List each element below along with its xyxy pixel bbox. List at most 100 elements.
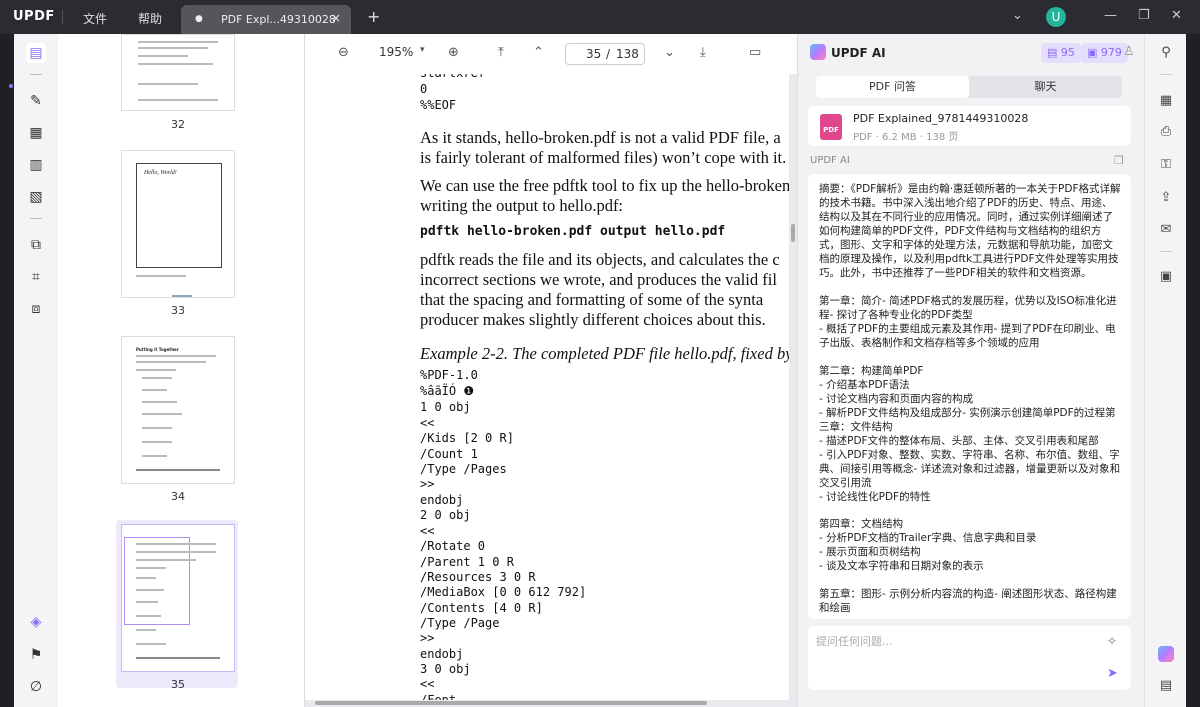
document-text-line: producer makes slightly different choice… [420, 310, 766, 329]
thumbnail-heading: Putting it Together [136, 347, 179, 352]
tab-title: PDF Expl...49310028 [221, 13, 336, 26]
tab-pdf-qa[interactable]: PDF 问答 [816, 76, 969, 98]
presentation-icon[interactable]: ▭ [749, 45, 761, 60]
prev-page-icon[interactable]: ⌃ [533, 45, 544, 60]
document-text-line: /MediaBox [0 0 612 792] [420, 585, 587, 599]
document-text-line: >> [420, 477, 435, 491]
document-text-line: >> [420, 631, 435, 645]
document-text-line: << [420, 524, 435, 538]
layers-icon[interactable]: ◈ [26, 612, 46, 632]
form-icon[interactable]: ▥ [26, 155, 46, 175]
convert-icon[interactable]: ▧ [26, 187, 46, 207]
document-text-line: Example 2-2. The completed PDF file hell… [420, 344, 789, 363]
question-input[interactable] [816, 632, 1096, 650]
menu-file[interactable]: 文件 [83, 10, 107, 27]
thumbnail-page-current[interactable] [121, 524, 235, 672]
protect-icon[interactable]: ⧈ [26, 299, 46, 319]
lightbulb-icon[interactable]: ✧ [1107, 634, 1117, 648]
tab-dot-icon: ● [195, 14, 203, 24]
document-text-line: 3 0 obj [420, 662, 471, 676]
minimize-button[interactable]: — [1104, 8, 1117, 23]
first-page-icon[interactable]: ⤒ [498, 45, 504, 60]
thumbnail-page-number: 32 [171, 118, 185, 131]
updf-ai-icon[interactable] [1156, 644, 1176, 664]
document-text-line: 2 0 obj [420, 508, 471, 522]
right-toolbar: ⚲ ▦ ⎙ ⚿ ⇪ ✉ ▣ ▤ [1144, 34, 1186, 707]
crop-icon[interactable]: ⌗ [26, 267, 46, 287]
pdf-file-icon: PDF [820, 114, 842, 140]
thumbnail-heading: Hello, World! [144, 170, 177, 176]
clear-icon[interactable]: ♙ [1123, 44, 1135, 59]
file-name: PDF Explained_9781449310028 [853, 112, 1029, 125]
protect-pdf-icon[interactable]: ⚿ [1156, 155, 1176, 175]
edge-indicator [9, 84, 13, 88]
document-page: startxref 0 %%EOF As it stands, hello-broke… [305, 74, 789, 700]
chevron-down-icon[interactable]: ⌄ [1012, 8, 1023, 23]
thumbnail-page[interactable]: Putting it Together [121, 336, 235, 484]
attachment-icon[interactable]: ∅ [26, 677, 46, 697]
email-icon[interactable]: ✉ [1156, 220, 1176, 240]
document-text-line: 0 [420, 82, 428, 96]
thumbnail-page-number: 34 [171, 490, 185, 503]
zoom-dropdown-icon[interactable]: ▾ [420, 45, 425, 55]
document-text-line: writing the output to hello.pdf: [420, 196, 624, 215]
current-page[interactable]: 35 [586, 47, 601, 61]
reader-mode-icon[interactable]: ▤ [26, 43, 46, 63]
convert-pdf-icon[interactable]: ⎙ [1156, 122, 1176, 142]
horizontal-scrollbar[interactable] [315, 701, 707, 705]
restore-button[interactable]: ❐ [1138, 8, 1150, 23]
document-text-line: /Rotate 0 [420, 539, 486, 553]
ocr-icon[interactable]: ▦ [1156, 91, 1176, 111]
message-count: 979 [1100, 46, 1122, 59]
document-text-line: /Resources 3 0 R [420, 570, 536, 584]
tab-chat[interactable]: 聊天 [969, 76, 1122, 98]
share-icon[interactable]: ⇪ [1156, 188, 1176, 208]
question-input-box: ✧ ➤ [808, 626, 1131, 690]
avatar[interactable]: U [1046, 7, 1066, 27]
tab-close-icon[interactable]: × [331, 11, 341, 25]
search-icon[interactable]: ⚲ [1156, 43, 1176, 63]
file-card[interactable]: PDF PDF Explained_9781449310028 PDF · 6.… [808, 106, 1131, 146]
document-text-line: endobj [420, 647, 464, 661]
close-window-button[interactable]: ✕ [1171, 8, 1182, 23]
organize-icon[interactable]: ⧉ [26, 235, 46, 255]
credit-badge[interactable]: ▤ 95 [1041, 43, 1081, 63]
save-icon[interactable]: ▣ [1156, 267, 1176, 287]
zoom-out-icon[interactable]: ⊖ [338, 45, 349, 60]
new-tab-button[interactable]: + [367, 7, 380, 26]
comment-icon[interactable]: ✎ [26, 91, 46, 111]
menu-help[interactable]: 帮助 [138, 10, 162, 27]
vertical-scrollbar[interactable] [791, 224, 795, 242]
zoom-in-icon[interactable]: ⊕ [448, 45, 459, 60]
document-text-line: 1 0 obj [420, 400, 471, 414]
document-text-line: << [420, 416, 435, 430]
page-number-field[interactable]: 35 / 138 [565, 43, 645, 65]
thumbnail-page[interactable]: Hello, World! [121, 150, 235, 298]
thumbnail-page[interactable] [121, 34, 235, 111]
chat-icon[interactable]: ▤ [1156, 676, 1176, 696]
zoom-level[interactable]: 195% [379, 45, 413, 59]
document-text-line: incorrect sections we wrote, and produce… [420, 270, 777, 289]
title-bar: UPDF 文件 帮助 ● PDF Expl...49310028 × + ⌄ U… [0, 0, 1200, 34]
divider [1160, 251, 1172, 252]
document-tab[interactable]: ● PDF Expl...49310028 × [181, 5, 351, 34]
document-text-line: %PDF-1.0 [420, 368, 478, 382]
divider [1160, 74, 1172, 75]
next-page-icon[interactable]: ⌄ [664, 45, 675, 60]
left-toolbar: ▤ ✎ ▦ ▥ ▧ ⧉ ⌗ ⧈ ◈ ⚑ ∅ [14, 34, 58, 707]
last-page-icon[interactable]: ⤓ [700, 45, 706, 60]
response-paragraph: 摘要：《PDF解析》是由约翰·惠廷顿所著的一本关于PDF格式详解的技术书籍。书中… [819, 183, 1121, 279]
document-text-line: endobj [420, 493, 464, 507]
send-icon[interactable]: ➤ [1107, 666, 1118, 681]
copy-icon[interactable]: ❐ [1114, 154, 1124, 167]
message-badge[interactable]: ▣ 979 [1081, 43, 1128, 63]
response-paragraph: 第二章：构建简单PDF - 介绍基本PDF语法 - 讨论文档内容和页面内容的构成… [819, 365, 1121, 503]
document-text-line: %âãÏÓ ❶ [420, 384, 475, 398]
document-text-line: We can use the free pdftk tool to fix up… [420, 176, 789, 195]
document-text-line: startxref [420, 74, 485, 80]
document-text-line: /Kids [2 0 R] [420, 431, 514, 445]
bookmark-icon[interactable]: ⚑ [26, 645, 46, 665]
edit-icon[interactable]: ▦ [26, 123, 46, 143]
document-text-line: /Type /Page [420, 616, 500, 630]
page-frame [136, 163, 222, 268]
